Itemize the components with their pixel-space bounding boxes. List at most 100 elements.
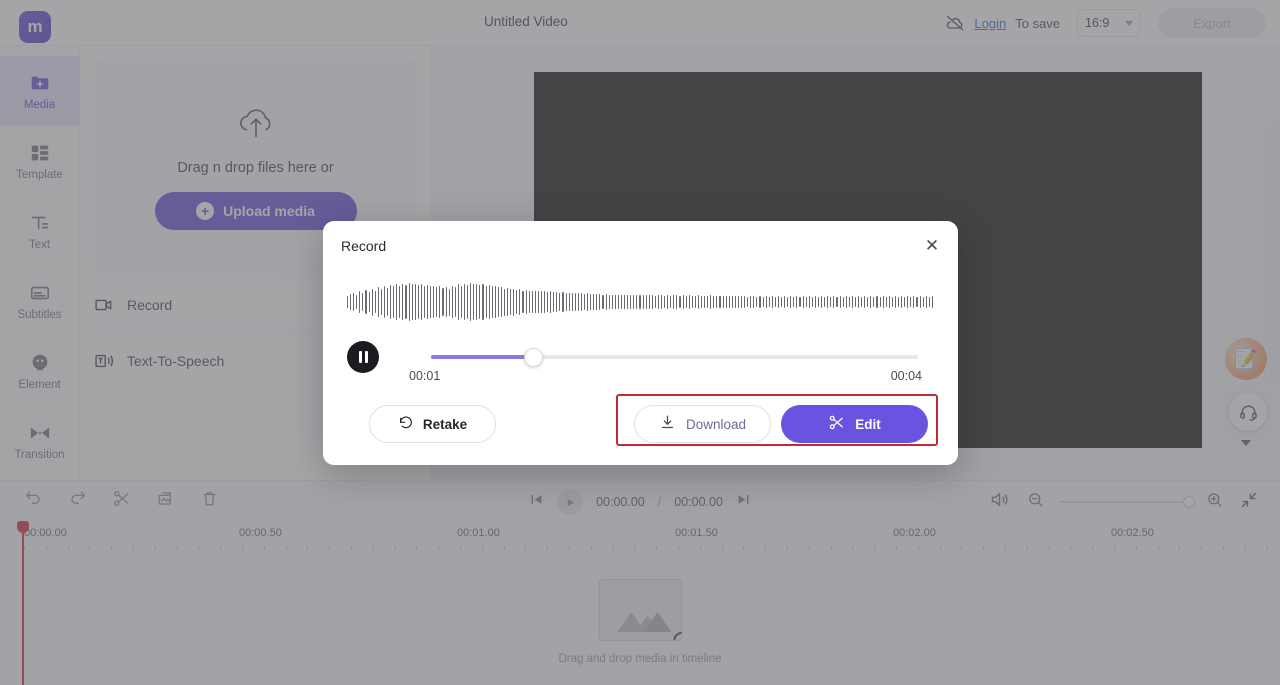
- rotate-ccw-icon: [398, 415, 414, 434]
- waveform-bar: [759, 295, 761, 309]
- waveform-bar: [365, 289, 367, 315]
- waveform-bar: [910, 296, 912, 308]
- waveform-bar: [427, 285, 429, 319]
- waveform-bar: [719, 295, 721, 309]
- waveform-bar: [534, 291, 536, 313]
- waveform-bar: [636, 294, 638, 310]
- waveform-bar: [390, 285, 392, 319]
- waveform-bar: [617, 294, 619, 310]
- pause-bar-left: [358, 351, 362, 363]
- waveform-bar: [457, 284, 459, 320]
- waveform-bar: [402, 283, 404, 321]
- waveform-bar: [436, 287, 438, 317]
- retake-button[interactable]: Retake: [369, 405, 496, 443]
- waveform-bar: [793, 296, 795, 308]
- waveform-bar: [848, 296, 850, 308]
- waveform-bar: [599, 293, 601, 311]
- waveform-bar: [676, 295, 678, 309]
- waveform-bar: [467, 285, 469, 319]
- waveform-bar: [433, 285, 435, 319]
- waveform-bar: [796, 295, 798, 309]
- waveform-bar: [756, 296, 758, 308]
- waveform-bar: [587, 293, 589, 311]
- waveform-bar: [544, 291, 546, 313]
- waveform-bar: [522, 290, 524, 314]
- waveform-bar: [556, 291, 558, 313]
- waveform-bar: [916, 296, 918, 308]
- waveform-bar: [639, 295, 641, 309]
- waveform-bar: [540, 291, 542, 313]
- waveform-bar: [423, 285, 426, 319]
- edit-label: Edit: [855, 416, 881, 432]
- waveform-bar: [420, 284, 422, 320]
- waveform-bar: [408, 283, 410, 321]
- waveform-bar: [627, 295, 629, 309]
- waveform-bar: [614, 294, 616, 310]
- waveform-bar: [414, 283, 416, 321]
- waveform-bar: [374, 290, 376, 314]
- waveform-bar: [762, 296, 764, 308]
- waveform-bar: [716, 295, 718, 309]
- waveform-bar: [602, 294, 604, 310]
- close-icon[interactable]: ✕: [920, 234, 944, 258]
- waveform-bar: [605, 293, 607, 311]
- download-button[interactable]: Download: [634, 405, 771, 443]
- seek-slider[interactable]: [409, 346, 918, 368]
- waveform-bar: [876, 295, 878, 309]
- waveform-bar: [371, 288, 373, 316]
- waveform-bar: [359, 291, 361, 313]
- waveform-bar: [682, 295, 684, 309]
- waveform-bar: [713, 295, 715, 309]
- waveform-bar: [393, 286, 395, 318]
- waveform-bar: [417, 285, 419, 319]
- waveform-bar: [547, 291, 549, 313]
- modal-actions-row: Retake Download Edit: [347, 394, 938, 449]
- waveform-bar: [519, 289, 521, 315]
- waveform-bar: [350, 293, 352, 311]
- waveform-bar: [836, 296, 838, 308]
- scissors-icon: [828, 414, 845, 434]
- waveform-bar: [704, 295, 706, 309]
- waveform-bar: [451, 285, 453, 319]
- waveform-bar: [922, 296, 924, 308]
- waveform-bar: [648, 295, 650, 309]
- waveform-bar: [867, 296, 869, 308]
- waveform-bar: [377, 287, 379, 317]
- waveform-bar: [503, 288, 506, 316]
- waveform-bar: [510, 289, 512, 315]
- waveform-bar: [651, 295, 653, 309]
- waveform-bar: [559, 292, 561, 312]
- waveform-bar: [839, 295, 841, 309]
- waveform-bar: [353, 292, 355, 312]
- waveform-bar: [864, 295, 866, 309]
- waveform-bar: [805, 296, 807, 308]
- retake-label: Retake: [422, 416, 468, 432]
- waveform-bar: [528, 290, 530, 314]
- waveform-bar: [685, 295, 687, 309]
- waveform-bar: [553, 291, 555, 313]
- waveform-bar: [787, 296, 789, 308]
- pause-icon[interactable]: [347, 341, 379, 373]
- edit-button[interactable]: Edit: [781, 405, 928, 443]
- waveform-bar: [673, 295, 675, 309]
- waveform-bar: [870, 295, 872, 309]
- waveform-bar: [525, 289, 527, 315]
- waveform-bar: [679, 295, 681, 309]
- waveform-bar: [362, 293, 364, 311]
- waveform-bar: [654, 295, 656, 309]
- waveform-bar: [580, 293, 583, 311]
- waveform-bar: [667, 295, 669, 309]
- waveform-bar: [430, 286, 432, 318]
- waveform-bar: [445, 287, 447, 317]
- download-arrow-icon: [659, 414, 676, 434]
- waveform-bar: [824, 296, 826, 308]
- waveform-bar: [387, 287, 389, 317]
- waveform-bar: [442, 287, 444, 317]
- audio-waveform[interactable]: [347, 282, 934, 322]
- seek-knob[interactable]: [524, 348, 544, 367]
- waveform-bar: [894, 295, 896, 309]
- waveform-bar: [817, 296, 820, 308]
- waveform-bar: [808, 295, 810, 309]
- waveform-bar: [774, 296, 776, 308]
- waveform-bar: [700, 295, 703, 309]
